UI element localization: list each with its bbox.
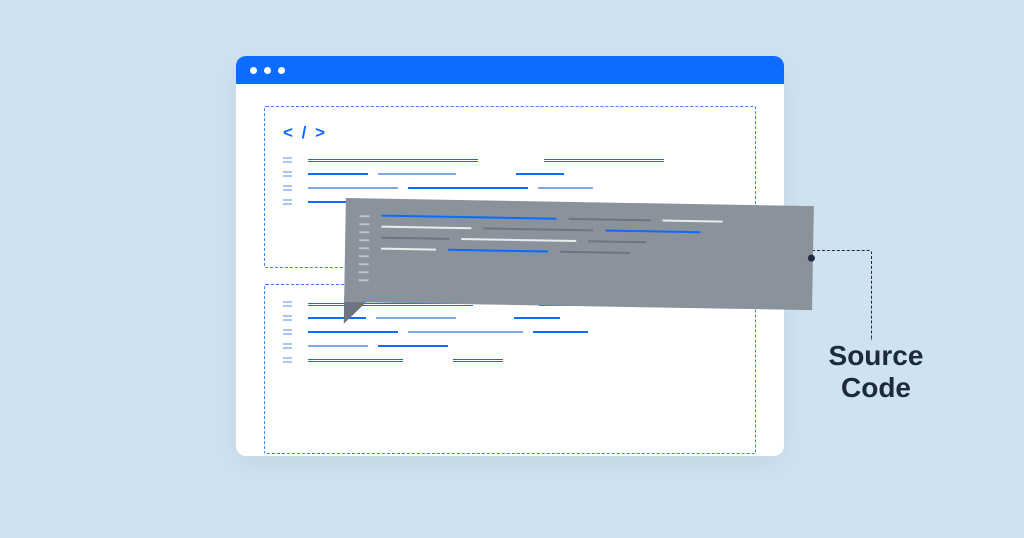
code-block-bottom xyxy=(264,284,756,454)
source-code-snippet xyxy=(344,198,814,310)
snippet-lines xyxy=(380,213,793,296)
source-code-label: Source Code xyxy=(806,340,946,404)
snippet-gutter xyxy=(358,212,369,288)
connector-dot xyxy=(808,255,815,262)
window-control-dot xyxy=(250,67,257,74)
label-line-1: Source xyxy=(829,340,924,371)
connector-line xyxy=(812,250,872,340)
window-titlebar xyxy=(236,56,784,84)
code-icon: < / > xyxy=(283,123,737,143)
label-line-2: Code xyxy=(841,372,911,403)
window-control-dot xyxy=(278,67,285,74)
window-control-dot xyxy=(264,67,271,74)
